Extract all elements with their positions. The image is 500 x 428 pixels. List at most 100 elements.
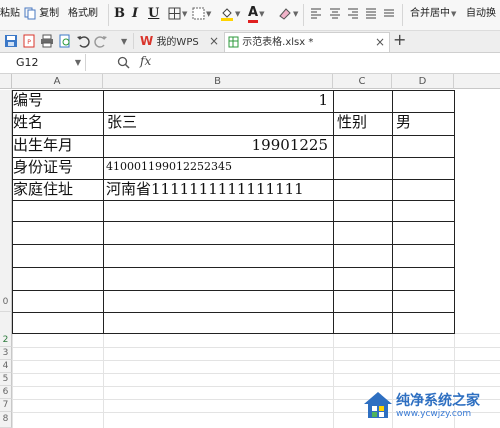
underline-button[interactable]: U: [148, 4, 159, 24]
spreadsheet-file-icon: [228, 36, 239, 48]
merge-center-button[interactable]: 合并居中▼: [410, 4, 456, 24]
row-header[interactable]: 8: [0, 412, 12, 428]
print-icon[interactable]: [40, 34, 54, 48]
table-border: [12, 333, 454, 334]
select-all-corner[interactable]: [0, 74, 12, 89]
fill-color-button[interactable]: ▼: [220, 4, 240, 24]
cell-a5[interactable]: 家庭住址: [13, 179, 103, 199]
cell-b4[interactable]: 410001199012252345: [106, 157, 332, 177]
column-header-a[interactable]: A: [12, 74, 103, 89]
chevron-down-icon: ▼: [206, 10, 212, 18]
paste-label: 粘贴: [0, 8, 20, 19]
bold-button[interactable]: B: [114, 4, 125, 24]
name-box[interactable]: G12 ▼: [0, 54, 86, 71]
undo-icon[interactable]: [76, 34, 90, 48]
table-border: [103, 90, 104, 334]
chevron-down-icon[interactable]: ▼: [75, 54, 81, 71]
row-header[interactable]: 6: [0, 386, 12, 399]
tab-workbook[interactable]: 示范表格.xlsx * ×: [224, 32, 390, 52]
chevron-down-icon: ▼: [235, 10, 241, 18]
copy-label: 复制: [39, 8, 60, 19]
wps-logo-icon: W: [140, 34, 154, 48]
align-left-button[interactable]: [310, 4, 322, 24]
distributed-align-button[interactable]: [383, 4, 395, 24]
copy-button[interactable]: 复制: [24, 4, 59, 24]
cell-d2[interactable]: 男: [396, 112, 452, 132]
font-color-icon: A: [248, 6, 259, 23]
row-header[interactable]: 2: [0, 333, 12, 347]
tab-label: 我的WPS: [156, 37, 199, 48]
paste-button[interactable]: 粘贴: [0, 4, 20, 24]
table-border: [12, 221, 454, 222]
auto-wrap-button[interactable]: 自动换: [466, 4, 496, 24]
gridline: [12, 373, 500, 374]
table-border: [12, 290, 454, 291]
align-center-button[interactable]: [329, 4, 341, 24]
formula-input[interactable]: [166, 54, 500, 71]
tab-my-wps[interactable]: W 我的WPS ×: [140, 32, 222, 51]
divider: [303, 4, 304, 26]
insert-function-button[interactable]: fx: [140, 54, 151, 68]
svg-text:P: P: [27, 39, 31, 46]
redo-icon[interactable]: [94, 34, 108, 48]
row-header[interactable]: 7: [0, 399, 12, 412]
export-pdf-icon[interactable]: P: [22, 34, 36, 48]
format-painter-label: 格式刷: [68, 8, 98, 19]
tab-label: 示范表格.xlsx *: [242, 37, 314, 48]
font-color-button[interactable]: A▼: [248, 4, 264, 24]
house-logo-icon: [364, 392, 392, 418]
save-icon[interactable]: [4, 34, 18, 48]
zoom-icon[interactable]: [117, 56, 130, 69]
divider: [108, 4, 109, 26]
align-right-button[interactable]: [347, 4, 359, 24]
row-header[interactable]: 5: [0, 373, 12, 386]
watermark: 纯净系统之家 www.ycwjzy.com: [360, 386, 500, 428]
copy-icon: [24, 7, 36, 19]
italic-button[interactable]: I: [132, 4, 138, 24]
document-tab-bar: P ▼ W 我的WPS × 示范表格.xlsx * × +: [0, 30, 500, 53]
chevron-down-icon: ▼: [259, 10, 265, 18]
print-preview-icon[interactable]: [58, 34, 72, 48]
borders-button[interactable]: ▼: [168, 4, 187, 24]
chevron-down-icon: ▼: [293, 10, 299, 18]
close-icon[interactable]: ×: [375, 33, 385, 52]
clear-format-button[interactable]: ▼: [278, 4, 298, 24]
eraser-icon: [279, 7, 291, 20]
cell-a2[interactable]: 姓名: [13, 112, 103, 132]
cell-b5[interactable]: 河南省1111111111111111: [106, 179, 332, 199]
cell-b1[interactable]: 1: [104, 90, 328, 110]
table-border: [12, 312, 454, 313]
auto-wrap-label: 自动换: [466, 8, 496, 19]
table-border: [12, 267, 454, 268]
cell-a4[interactable]: 身份证号: [13, 157, 103, 177]
fill-pattern-button[interactable]: ▼: [192, 4, 211, 24]
distributed-icon: [384, 9, 394, 17]
align-left-icon: [311, 8, 321, 19]
chevron-down-icon: ▼: [182, 10, 188, 18]
cell-c2[interactable]: 性别: [337, 112, 391, 132]
justify-icon: [366, 8, 376, 19]
cell-a1[interactable]: 编号: [13, 90, 103, 110]
cell-b2[interactable]: 张三: [107, 112, 331, 132]
gridline: [12, 347, 500, 348]
paint-bucket-icon: [221, 7, 233, 21]
column-header-d[interactable]: D: [392, 74, 454, 89]
table-border: [333, 90, 334, 334]
justify-button[interactable]: [365, 4, 377, 24]
row-header[interactable]: 3: [0, 347, 12, 360]
cell-a3[interactable]: 出生年月: [13, 135, 103, 155]
ribbon-toolbar: 粘贴 复制 格式刷 B I U ▼ ▼ ▼ A▼ ▼ 合并居中▼ 自动换: [0, 0, 500, 31]
row-header[interactable]: 4: [0, 360, 12, 373]
row-header[interactable]: 0: [0, 292, 12, 312]
column-header-e[interactable]: [454, 74, 500, 89]
column-header-c[interactable]: C: [333, 74, 392, 89]
column-header-b[interactable]: B: [103, 74, 333, 89]
cell-b3[interactable]: 19901225: [104, 135, 328, 155]
new-tab-icon[interactable]: +: [393, 30, 406, 49]
format-painter-button[interactable]: 格式刷: [68, 4, 98, 24]
formula-bar: G12 ▼ fx: [0, 53, 500, 74]
customize-quick-access-icon[interactable]: ▼: [121, 37, 127, 46]
borders-icon: [168, 7, 181, 19]
close-icon[interactable]: ×: [209, 32, 219, 51]
watermark-title: 纯净系统之家: [396, 393, 480, 409]
